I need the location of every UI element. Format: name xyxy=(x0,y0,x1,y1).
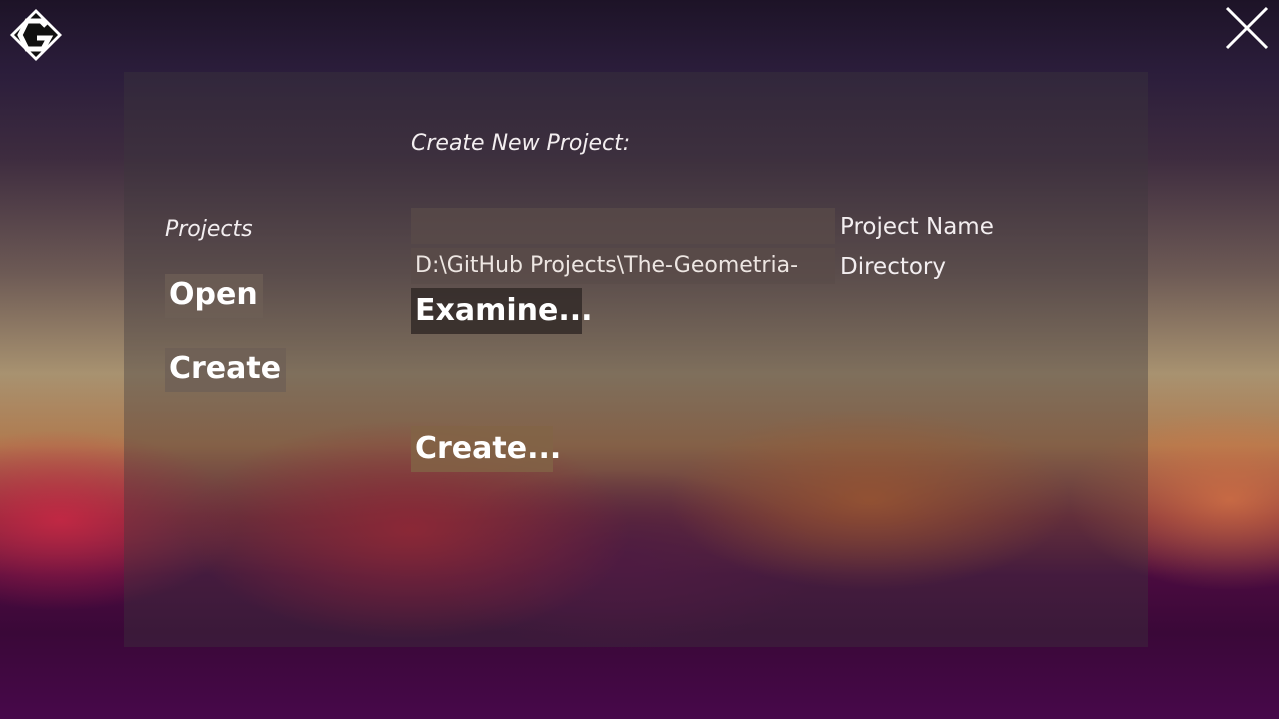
sidebar-item-open[interactable]: Open xyxy=(165,274,263,318)
project-name-input[interactable] xyxy=(411,208,835,244)
sidebar-title: Projects xyxy=(165,217,253,242)
sidebar-item-create[interactable]: Create xyxy=(165,348,287,392)
app-logo-icon[interactable] xyxy=(8,7,64,63)
close-icon[interactable] xyxy=(1224,5,1270,51)
app-window: Projects Open Create Create New Project:… xyxy=(0,0,1279,719)
directory-label: Directory xyxy=(840,254,947,280)
examine-button[interactable]: Examine... xyxy=(411,288,593,334)
directory-input[interactable]: D:\GitHub Projects\The-Geometria- xyxy=(411,248,835,284)
project-name-label: Project Name xyxy=(840,214,994,240)
page-title: Create New Project: xyxy=(411,131,631,156)
create-project-button[interactable]: Create... xyxy=(411,426,561,472)
